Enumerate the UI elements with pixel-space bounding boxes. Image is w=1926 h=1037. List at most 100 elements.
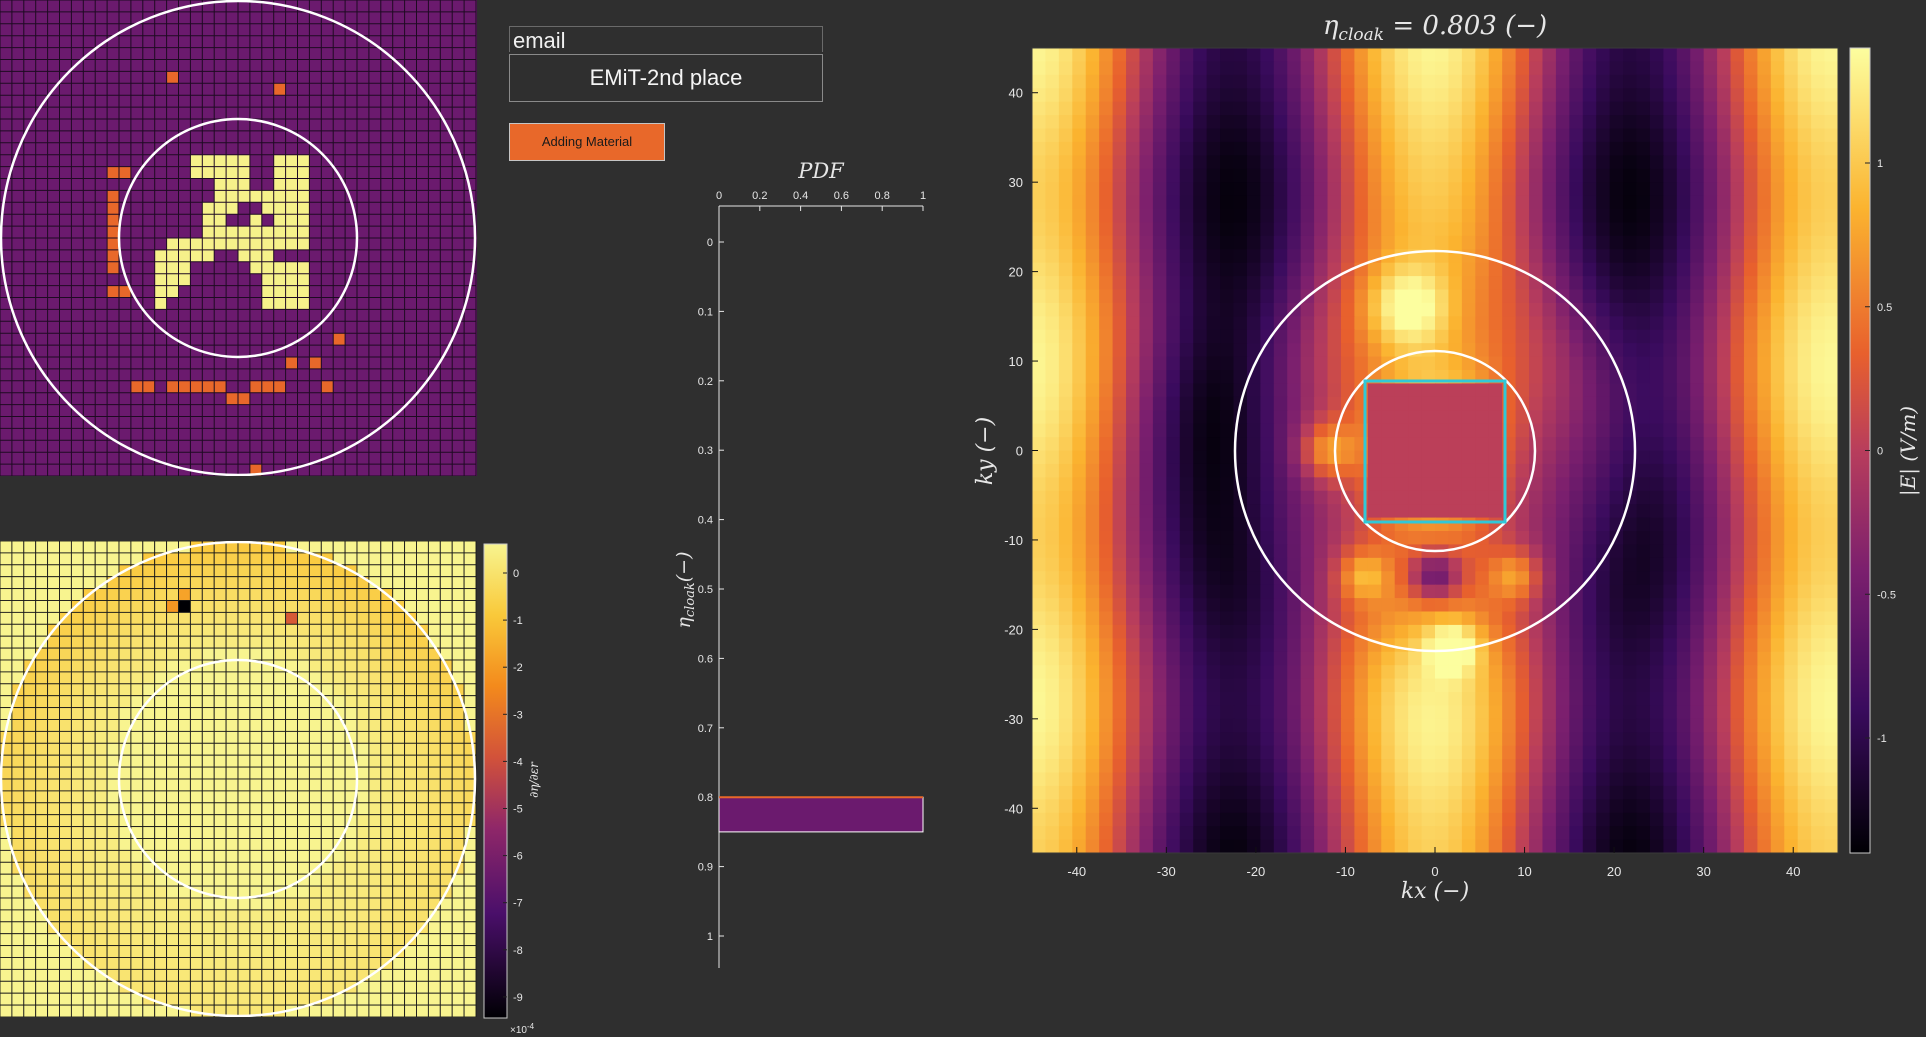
- material-cell[interactable]: [178, 273, 191, 286]
- material-cell[interactable]: [297, 190, 310, 203]
- material-cell[interactable]: [285, 178, 298, 191]
- material-cell[interactable]: [238, 238, 250, 250]
- material-cell[interactable]: [178, 238, 191, 250]
- material-cell[interactable]: [285, 297, 298, 310]
- material-cell[interactable]: [285, 238, 298, 250]
- adding-material-cell[interactable]: [119, 166, 131, 179]
- material-cell[interactable]: [297, 285, 310, 298]
- material-cell[interactable]: [238, 154, 250, 167]
- material-cell[interactable]: [238, 190, 250, 203]
- material-cell[interactable]: [273, 226, 286, 238]
- material-cell[interactable]: [166, 249, 179, 262]
- adding-material-cell[interactable]: [142, 380, 155, 393]
- adding-material-cell[interactable]: [107, 214, 119, 227]
- material-cell[interactable]: [261, 273, 274, 286]
- email-field[interactable]: email: [509, 26, 823, 53]
- adding-material-cell[interactable]: [238, 392, 250, 405]
- material-cell[interactable]: [214, 238, 227, 250]
- material-cell[interactable]: [238, 249, 250, 262]
- material-cell[interactable]: [261, 297, 274, 310]
- material-cell[interactable]: [285, 273, 298, 286]
- material-cell[interactable]: [214, 190, 227, 203]
- material-cell[interactable]: [249, 249, 262, 262]
- adding-material-cell[interactable]: [273, 380, 286, 393]
- adding-material-cell[interactable]: [178, 380, 191, 393]
- adding-material-cell[interactable]: [309, 357, 322, 369]
- material-cell[interactable]: [166, 261, 179, 274]
- material-cell[interactable]: [285, 166, 298, 179]
- material-cell[interactable]: [226, 238, 238, 250]
- material-cell[interactable]: [297, 202, 310, 215]
- material-cell[interactable]: [178, 249, 191, 262]
- material-cell[interactable]: [249, 214, 262, 227]
- adding-material-cell[interactable]: [107, 226, 119, 238]
- material-cell[interactable]: [214, 166, 227, 179]
- material-cell[interactable]: [202, 202, 215, 215]
- material-cell[interactable]: [285, 226, 298, 238]
- design-grid[interactable]: [0, 0, 477, 476]
- material-cell[interactable]: [154, 261, 167, 274]
- material-cell[interactable]: [202, 154, 215, 167]
- material-cell[interactable]: [273, 214, 286, 227]
- material-cell[interactable]: [285, 261, 298, 274]
- material-cell[interactable]: [226, 202, 238, 215]
- material-cell[interactable]: [249, 261, 262, 274]
- adding-material-cell[interactable]: [107, 190, 119, 203]
- material-cell[interactable]: [273, 202, 286, 215]
- material-cell[interactable]: [297, 297, 310, 310]
- adding-material-cell[interactable]: [333, 333, 346, 346]
- material-cell[interactable]: [154, 249, 167, 262]
- material-cell[interactable]: [190, 166, 203, 179]
- adding-material-cell[interactable]: [166, 71, 179, 84]
- design-grid-panel[interactable]: [0, 0, 477, 476]
- material-cell[interactable]: [226, 190, 238, 203]
- material-cell[interactable]: [297, 178, 310, 191]
- material-cell[interactable]: [190, 154, 203, 167]
- material-cell[interactable]: [166, 273, 179, 286]
- adding-material-cell[interactable]: [107, 238, 119, 250]
- adding-material-cell[interactable]: [226, 392, 238, 405]
- adding-material-button[interactable]: Adding Material: [509, 123, 665, 161]
- material-cell[interactable]: [214, 214, 227, 227]
- adding-material-cell[interactable]: [166, 380, 179, 393]
- adding-material-cell[interactable]: [107, 166, 119, 179]
- material-cell[interactable]: [273, 261, 286, 274]
- material-cell[interactable]: [202, 166, 215, 179]
- adding-material-cell[interactable]: [107, 261, 119, 274]
- material-cell[interactable]: [166, 285, 179, 298]
- material-cell[interactable]: [190, 238, 203, 250]
- material-cell[interactable]: [202, 214, 215, 227]
- material-cell[interactable]: [285, 285, 298, 298]
- material-cell[interactable]: [214, 154, 227, 167]
- material-cell[interactable]: [261, 285, 274, 298]
- material-cell[interactable]: [285, 154, 298, 167]
- material-cell[interactable]: [273, 154, 286, 167]
- material-cell[interactable]: [190, 249, 203, 262]
- material-cell[interactable]: [261, 226, 274, 238]
- material-cell[interactable]: [273, 178, 286, 191]
- adding-material-cell[interactable]: [321, 380, 334, 393]
- adding-material-cell[interactable]: [107, 285, 119, 298]
- material-cell[interactable]: [261, 261, 274, 274]
- material-cell[interactable]: [202, 249, 215, 262]
- material-cell[interactable]: [166, 238, 179, 250]
- material-cell[interactable]: [297, 154, 310, 167]
- material-cell[interactable]: [273, 273, 286, 286]
- material-cell[interactable]: [285, 202, 298, 215]
- adding-material-cell[interactable]: [130, 380, 143, 393]
- material-cell[interactable]: [297, 214, 310, 227]
- adding-material-cell[interactable]: [107, 249, 119, 262]
- material-cell[interactable]: [178, 261, 191, 274]
- material-cell[interactable]: [297, 273, 310, 286]
- material-cell[interactable]: [226, 178, 238, 191]
- material-cell[interactable]: [297, 238, 310, 250]
- material-cell[interactable]: [214, 178, 227, 191]
- material-cell[interactable]: [238, 166, 250, 179]
- adding-material-cell[interactable]: [285, 357, 298, 369]
- material-cell[interactable]: [297, 261, 310, 274]
- material-cell[interactable]: [261, 249, 274, 262]
- material-cell[interactable]: [273, 190, 286, 203]
- adding-material-cell[interactable]: [249, 380, 262, 393]
- material-cell[interactable]: [202, 238, 215, 250]
- material-cell[interactable]: [297, 166, 310, 179]
